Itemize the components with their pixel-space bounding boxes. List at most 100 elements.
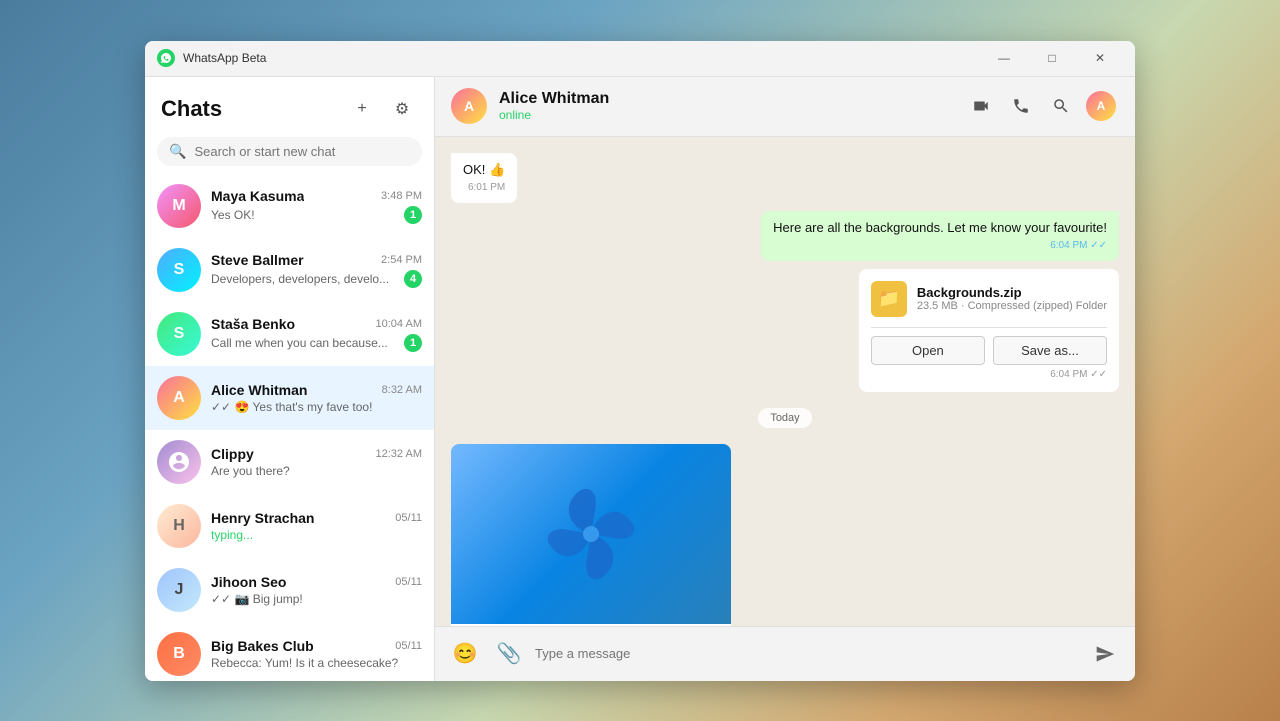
voice-call-button[interactable] <box>1003 88 1039 124</box>
chat-preview-alice: ✓✓ 😍 Yes that's my fave too! <box>211 400 422 414</box>
chat-preview-jihoon: ✓✓ 📷 Big jump! <box>211 592 422 606</box>
file-size: 23.5 MB · Compressed (zipped) Folder <box>917 300 1107 312</box>
file-icon: 📁 <box>871 281 907 317</box>
title-bar-left: WhatsApp Beta <box>157 49 266 67</box>
chat-panel: A Alice Whitman online A <box>435 77 1135 681</box>
chat-time-steve: 2:54 PM <box>381 254 422 266</box>
badge-maya: 1 <box>404 206 422 224</box>
chat-time-clippy: 12:32 AM <box>376 448 422 460</box>
chat-preview-bigbakes: Rebecca: Yum! Is it a cheesecake? <box>211 656 422 670</box>
main-content: Chats + ⚙ 🔍 M Maya Kasuma 3:48 PM <box>145 77 1135 681</box>
attach-button[interactable]: 📎 <box>491 636 527 672</box>
chat-name-clippy: Clippy <box>211 446 254 462</box>
contact-avatar-button[interactable]: A <box>1083 88 1119 124</box>
avatar-stasa: S <box>157 312 201 356</box>
chat-header-actions: A <box>963 88 1119 124</box>
file-bubble: 📁 Backgrounds.zip 23.5 MB · Compressed (… <box>859 269 1119 392</box>
send-button[interactable] <box>1087 636 1123 672</box>
maximize-button[interactable]: □ <box>1029 43 1075 73</box>
file-actions: Open Save as... <box>871 327 1107 365</box>
chat-time-alice: 8:32 AM <box>382 384 422 396</box>
chat-item-steve[interactable]: S Steve Ballmer 2:54 PM Developers, deve… <box>145 238 434 302</box>
file-name: Backgrounds.zip <box>917 285 1107 300</box>
date-divider: Today <box>451 408 1119 428</box>
chat-time-henry: 05/11 <box>395 512 422 524</box>
search-bar[interactable]: 🔍 <box>157 137 422 166</box>
chat-item-bigbakes[interactable]: B Big Bakes Club 05/11 Rebecca: Yum! Is … <box>145 622 434 681</box>
bubble-ok: OK! 👍 6:01 PM <box>451 153 517 203</box>
search-input[interactable] <box>194 144 410 159</box>
message-input[interactable] <box>535 646 1079 661</box>
message-text-ok: OK! 👍 <box>463 162 505 177</box>
close-button[interactable]: ✕ <box>1077 43 1123 73</box>
search-icon: 🔍 <box>169 143 186 160</box>
chat-name-bigbakes: Big Bakes Club <box>211 638 314 654</box>
chat-name-maya: Maya Kasuma <box>211 188 304 204</box>
chat-item-henry[interactable]: H Henry Strachan 05/11 typing... <box>145 494 434 558</box>
new-chat-button[interactable]: + <box>346 93 378 125</box>
chat-info-clippy: Clippy 12:32 AM Are you there? <box>211 446 422 478</box>
input-area: 😊 📎 <box>435 626 1135 681</box>
chat-list: M Maya Kasuma 3:48 PM Yes OK! 1 S <box>145 174 434 681</box>
chat-preview-maya: Yes OK! <box>211 208 398 222</box>
date-pill: Today <box>758 408 811 428</box>
chat-header-status: online <box>499 108 951 122</box>
bubble-time-backgrounds: 6:04 PM ✓✓ <box>773 239 1107 253</box>
chat-preview-steve: Developers, developers, develo... <box>211 272 398 286</box>
chat-item-jihoon[interactable]: J Jihoon Seo 05/11 ✓✓ 📷 Big jump! <box>145 558 434 622</box>
chat-time-maya: 3:48 PM <box>381 190 422 202</box>
chat-time-jihoon: 05/11 <box>395 576 422 588</box>
avatar-bigbakes: B <box>157 632 201 676</box>
app-title: WhatsApp Beta <box>183 51 266 65</box>
sidebar-title: Chats <box>161 96 222 122</box>
chat-time-bigbakes: 05/11 <box>395 640 422 652</box>
window-controls: — □ ✕ <box>981 43 1123 73</box>
chat-info-steve: Steve Ballmer 2:54 PM Developers, develo… <box>211 252 422 288</box>
file-info: 📁 Backgrounds.zip 23.5 MB · Compressed (… <box>871 281 1107 317</box>
chat-name-alice: Alice Whitman <box>211 382 307 398</box>
avatar-maya: M <box>157 184 201 228</box>
settings-button[interactable]: ⚙ <box>386 93 418 125</box>
emoji-button[interactable]: 😊 <box>447 636 483 672</box>
bubble-backgrounds-text: Here are all the backgrounds. Let me kno… <box>761 211 1119 261</box>
open-file-button[interactable]: Open <box>871 336 985 365</box>
chat-info-alice: Alice Whitman 8:32 AM ✓✓ 😍 Yes that's my… <box>211 382 422 414</box>
chat-item-alice[interactable]: A Alice Whitman 8:32 AM ✓✓ 😍 Yes that's … <box>145 366 434 430</box>
chat-name-jihoon: Jihoon Seo <box>211 574 286 590</box>
chat-header: A Alice Whitman online A <box>435 77 1135 137</box>
chat-header-name: Alice Whitman <box>499 90 951 108</box>
chat-info-bigbakes: Big Bakes Club 05/11 Rebecca: Yum! Is it… <box>211 638 422 670</box>
avatar-jihoon: J <box>157 568 201 612</box>
chat-item-maya[interactable]: M Maya Kasuma 3:48 PM Yes OK! 1 <box>145 174 434 238</box>
save-file-button[interactable]: Save as... <box>993 336 1107 365</box>
sidebar-header-actions: + ⚙ <box>346 93 418 125</box>
messages-area: OK! 👍 6:01 PM Here are all the backgroun… <box>435 137 1135 626</box>
message-file: 📁 Backgrounds.zip 23.5 MB · Compressed (… <box>859 269 1119 392</box>
sidebar: Chats + ⚙ 🔍 M Maya Kasuma 3:48 PM <box>145 77 435 681</box>
file-time: 6:04 PM ✓✓ <box>871 369 1107 380</box>
avatar-henry: H <box>157 504 201 548</box>
chat-info-henry: Henry Strachan 05/11 typing... <box>211 510 422 542</box>
chat-name-steve: Steve Ballmer <box>211 252 304 268</box>
badge-steve: 4 <box>404 270 422 288</box>
windows-logo-svg <box>541 484 641 584</box>
chat-info-jihoon: Jihoon Seo 05/11 ✓✓ 📷 Big jump! <box>211 574 422 606</box>
chat-item-clippy[interactable]: Clippy 12:32 AM Are you there? <box>145 430 434 494</box>
contact-avatar-img: A <box>1086 91 1116 121</box>
app-window: WhatsApp Beta — □ ✕ Chats + ⚙ 🔍 <box>145 41 1135 681</box>
search-chat-button[interactable] <box>1043 88 1079 124</box>
chat-item-stasa[interactable]: S Staša Benko 10:04 AM Call me when you … <box>145 302 434 366</box>
title-bar: WhatsApp Beta — □ ✕ <box>145 41 1135 77</box>
file-details: Backgrounds.zip 23.5 MB · Compressed (zi… <box>917 285 1107 312</box>
chat-info-stasa: Staša Benko 10:04 AM Call me when you ca… <box>211 316 422 352</box>
message-ok: OK! 👍 6:01 PM <box>451 153 517 203</box>
message-backgrounds-text: Here are all the backgrounds. Let me kno… <box>761 211 1119 261</box>
badge-stasa: 1 <box>404 334 422 352</box>
message-image: This is beautiful! 8:15 AM <box>451 444 731 626</box>
app-icon <box>157 49 175 67</box>
avatar-steve: S <box>157 248 201 292</box>
chat-avatar: A <box>451 88 487 124</box>
minimize-button[interactable]: — <box>981 43 1027 73</box>
image-bubble: This is beautiful! 8:15 AM <box>451 444 731 626</box>
video-call-button[interactable] <box>963 88 999 124</box>
